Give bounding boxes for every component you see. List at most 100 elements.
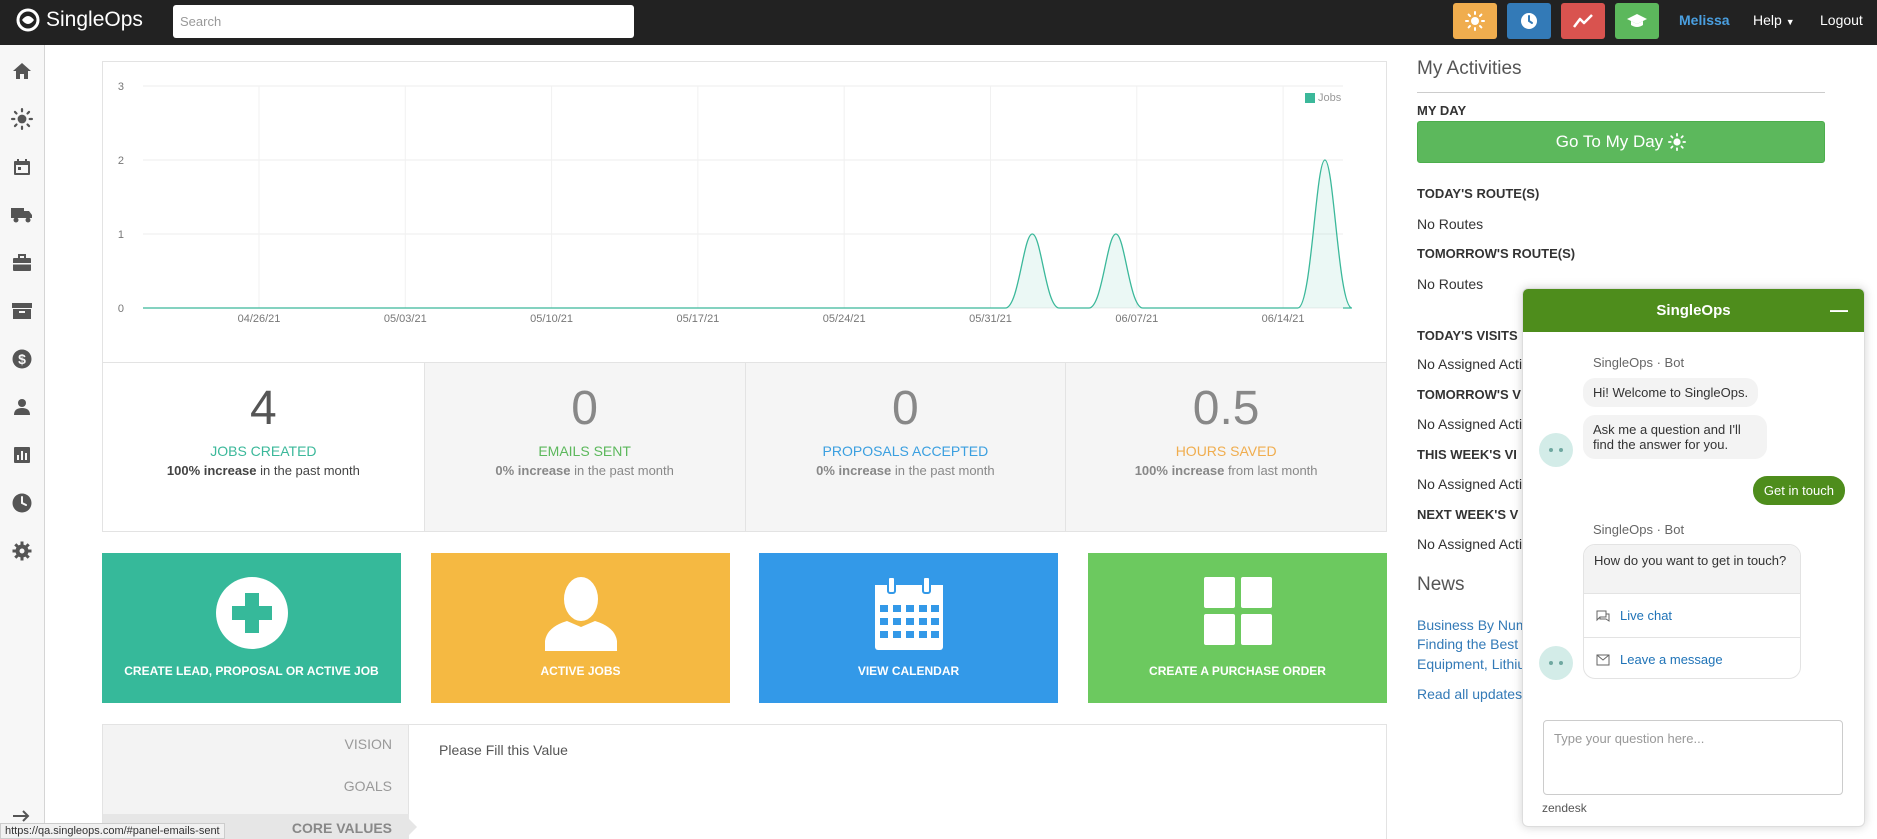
archive-icon (12, 303, 32, 319)
news-link[interactable]: Equipment, Lithiu (1417, 656, 1525, 672)
todays-visits-value: No Assigned Acti (1417, 356, 1523, 372)
top-navbar: SingleOps Melissa Help ▼ (0, 0, 1877, 45)
get-in-touch-button[interactable]: Get in touch (1752, 476, 1845, 505)
time-tracking-button[interactable] (1507, 3, 1551, 39)
sidebar-item-billing[interactable]: $ (11, 348, 33, 370)
contact-options-card: How do you want to get in touch? Live ch… (1583, 544, 1801, 679)
legend-swatch (1305, 93, 1315, 103)
home-icon (13, 63, 31, 79)
tomorrows-visits-heading: TOMORROW'S V (1417, 387, 1521, 402)
live-chat-option[interactable]: Live chat (1584, 593, 1800, 637)
go-to-my-day-button[interactable]: Go To My Day (1417, 121, 1825, 163)
view-calendar-tile[interactable]: VIEW CALENDAR (759, 553, 1058, 703)
grid-icon (1203, 577, 1272, 645)
gear-icon (12, 541, 32, 561)
bot-sender-meta: SingleOps · Bot (1593, 355, 1685, 370)
bot-avatar (1539, 646, 1573, 680)
stat-subtext: 100% increase in the past month (103, 463, 424, 478)
tab-goals[interactable]: GOALS (344, 778, 392, 794)
stat-subtext: 0% increase in the past month (425, 463, 745, 478)
singleops-logo-icon (16, 8, 40, 32)
stat-change: 100% increase (1134, 463, 1225, 478)
x-tick-label: 05/03/21 (384, 313, 427, 325)
chat-question-input[interactable] (1543, 720, 1843, 795)
this-weeks-visits-heading: THIS WEEK'S VI (1417, 447, 1517, 462)
bot-message: Hi! Welcome to SingleOps. (1583, 378, 1759, 407)
todays-routes-value: No Routes (1417, 216, 1484, 232)
activities-title: My Activities (1417, 58, 1522, 79)
tile-label: ACTIVE JOBS (540, 664, 621, 678)
todays-visits-heading: TODAY'S VISITS (1417, 328, 1518, 343)
help-menu[interactable]: Help ▼ (1753, 12, 1795, 28)
my-activities-panel: My Activities MY DAY Go To My Day TODAY'… (1417, 58, 1825, 702)
arrow-right-icon (13, 810, 30, 822)
next-weeks-visits-heading: NEXT WEEK'S V (1417, 507, 1519, 522)
reports-button[interactable] (1561, 3, 1605, 39)
sidebar-item-settings[interactable] (11, 540, 33, 562)
sidebar-item-home[interactable] (11, 60, 33, 82)
stat-proposals-accepted[interactable]: 0 PROPOSALS ACCEPTED 0% increase in the … (744, 363, 1066, 531)
stat-period: in the past month (570, 463, 674, 478)
caret-down-icon: ▼ (1785, 17, 1795, 27)
status-bar-url: https://qa.singleops.com/#panel-emails-s… (0, 823, 225, 839)
vertical-tabs: VISION GOALS CORE VALUES (103, 725, 417, 839)
sidebar-item-jobs[interactable] (11, 252, 33, 274)
tab-core-values[interactable]: CORE VALUES (292, 820, 392, 836)
y-tick-label: 1 (118, 229, 124, 241)
this-weeks-visits-value: No Assigned Acti (1417, 476, 1523, 492)
create-lead-tile[interactable]: CREATE LEAD, PROPOSAL OR ACTIVE JOB (102, 553, 401, 703)
bot-message: Ask me a question and I'll find the answ… (1583, 415, 1767, 459)
sun-icon (1668, 133, 1687, 151)
zendesk-branding: zendesk (1542, 801, 1587, 815)
stat-subtext: 0% increase in the past month (746, 463, 1066, 478)
stat-jobs-created[interactable]: 4 JOBS CREATED 100% increase in the past… (103, 363, 424, 531)
stat-label: PROPOSALS ACCEPTED (822, 443, 989, 459)
sidebar-item-my-day[interactable] (11, 108, 33, 130)
y-tick-label: 2 (118, 155, 124, 167)
stat-emails-sent[interactable]: 0 EMAILS SENT 0% increase in the past mo… (423, 363, 745, 531)
x-tick-label: 06/14/21 (1262, 313, 1305, 325)
next-weeks-visits-value: No Assigned Acti (1417, 536, 1523, 552)
sidebar-item-inventory[interactable] (11, 300, 33, 322)
active-tab-arrow (408, 818, 417, 836)
calendar-icon (14, 159, 30, 175)
logo[interactable]: SingleOps (16, 8, 143, 32)
sidebar-item-calendar[interactable] (11, 156, 33, 178)
read-all-updates-link[interactable]: Read all updates (1417, 686, 1522, 702)
stat-change: 100% increase (166, 463, 257, 478)
sidebar-item-clients[interactable] (11, 396, 33, 418)
x-tick-label: 05/31/21 (969, 313, 1012, 325)
logout-link[interactable]: Logout (1820, 12, 1863, 28)
stat-hours-saved[interactable]: 0.5 HOURS SAVED 100% increase from last … (1065, 363, 1386, 531)
chat-title: SingleOps (1656, 302, 1731, 319)
tile-icon-wrap (759, 577, 1058, 651)
stat-value: 0 (892, 382, 919, 435)
sidebar-item-dispatch[interactable] (11, 204, 33, 226)
truck-icon (11, 208, 32, 223)
bot-avatar (1539, 433, 1573, 467)
minimize-icon[interactable]: — (1830, 289, 1848, 332)
sidebar-item-time[interactable] (11, 492, 33, 514)
news-link[interactable]: Business By Num (1417, 617, 1527, 633)
tab-content: Please Fill this Value (439, 742, 568, 758)
news-link[interactable]: Finding the Best (1417, 636, 1518, 652)
search-input[interactable] (173, 5, 634, 38)
bot-sender-name: SingleOps (1593, 522, 1653, 537)
sidebar: $ (0, 45, 45, 839)
tab-vision[interactable]: VISION (345, 736, 392, 752)
graduation-cap-icon (1627, 14, 1647, 27)
x-tick-label: 05/10/21 (530, 313, 573, 325)
bot-sender-role: Bot (1664, 355, 1685, 370)
my-day-button[interactable] (1453, 3, 1497, 39)
user-menu[interactable]: Melissa (1679, 12, 1730, 28)
training-button[interactable] (1615, 3, 1659, 39)
leave-message-option[interactable]: Leave a message (1584, 637, 1800, 678)
vision-values-panel: VISION GOALS CORE VALUES Please Fill thi… (102, 724, 1387, 839)
stat-value: 0 (571, 382, 598, 435)
clock-icon (1521, 13, 1537, 29)
my-day-heading: MY DAY (1417, 103, 1467, 118)
sidebar-item-reports[interactable] (11, 444, 33, 466)
create-purchase-order-tile[interactable]: CREATE A PURCHASE ORDER (1088, 553, 1387, 703)
active-jobs-tile[interactable]: ACTIVE JOBS (431, 553, 730, 703)
jobs-chart-panel: 0 1 2 3 04/26/21 05/03/21 05/10/21 05/17/21 05/2… (102, 61, 1387, 532)
